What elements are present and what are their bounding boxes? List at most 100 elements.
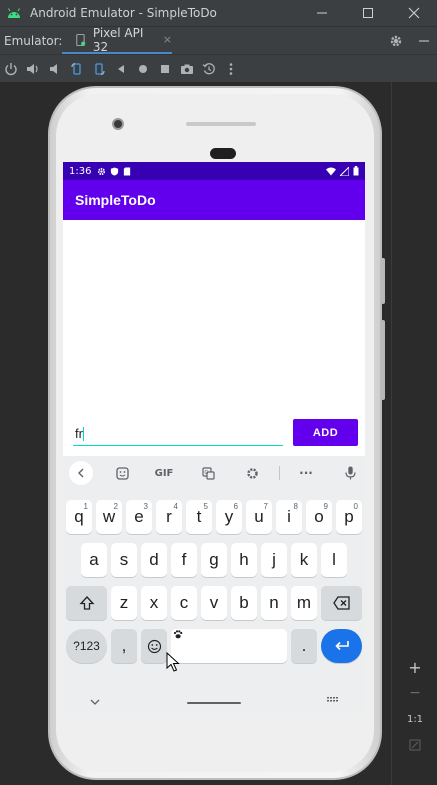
key-d[interactable]: d	[141, 543, 167, 577]
key-label: u	[254, 507, 264, 526]
android-status-bar: 1:36	[63, 162, 365, 180]
camera-icon	[181, 64, 193, 74]
zoom-one-to-one-button[interactable]: 1:1	[400, 708, 430, 730]
zoom-out-button[interactable]: −	[400, 682, 430, 704]
key-k[interactable]: k	[291, 543, 317, 577]
key-y[interactable]: y6	[216, 500, 242, 534]
space-key[interactable]	[171, 629, 287, 663]
back-triangle-icon	[118, 64, 124, 73]
soft-keyboard: GIF G ··· q1 w2 e3 r4 t5 y6 u7 i8 o9 p0 …	[63, 456, 365, 713]
shift-arrow-icon	[79, 596, 94, 610]
key-label: y	[224, 507, 234, 526]
keyboard-more-button[interactable]: ···	[293, 461, 319, 485]
key-o[interactable]: o9	[306, 500, 332, 534]
key-i[interactable]: i8	[276, 500, 302, 534]
minimize-button[interactable]	[299, 0, 345, 26]
key-c[interactable]: c	[171, 586, 197, 620]
period-key[interactable]: .	[291, 629, 317, 663]
symbols-key[interactable]: ?123	[66, 629, 107, 663]
key-b[interactable]: b	[231, 586, 257, 620]
key-e[interactable]: e3	[126, 500, 152, 534]
enter-key[interactable]	[321, 629, 362, 663]
key-x[interactable]: x	[141, 586, 167, 620]
gesture-handle[interactable]	[187, 702, 241, 704]
power-side-button	[381, 258, 385, 304]
comma-key[interactable]: ,	[111, 629, 137, 663]
key-t[interactable]: t5	[186, 500, 212, 534]
key-a[interactable]: a	[81, 543, 107, 577]
add-button[interactable]: ADD	[293, 419, 358, 446]
rotate-right-icon	[95, 62, 105, 75]
key-w[interactable]: w2	[96, 500, 122, 534]
key-v[interactable]: v	[201, 586, 227, 620]
window-titlebar: Android Emulator - SimpleToDo	[0, 0, 437, 26]
key-u[interactable]: u7	[246, 500, 272, 534]
device-tab-label: Pixel API 32	[92, 25, 144, 54]
svg-text:G: G	[204, 470, 208, 476]
tab-close-button[interactable]: ×	[163, 33, 172, 46]
keyboard-collapse-button[interactable]	[69, 461, 93, 485]
key-n[interactable]: n	[261, 586, 287, 620]
text-caret	[82, 426, 84, 441]
sd-card-icon	[124, 166, 131, 176]
zoom-fit-button[interactable]	[400, 734, 430, 756]
power-button[interactable]	[0, 58, 22, 80]
key-m[interactable]: m	[291, 586, 317, 620]
translate-button[interactable]: G	[197, 461, 219, 485]
key-label: q	[74, 507, 84, 526]
shift-key[interactable]	[66, 586, 107, 620]
voice-input-button[interactable]	[339, 461, 361, 485]
more-options-button[interactable]	[220, 58, 242, 80]
app-title: SimpleToDo	[75, 192, 156, 208]
sticker-icon	[115, 466, 129, 480]
key-s[interactable]: s	[111, 543, 137, 577]
key-j[interactable]: j	[261, 543, 287, 577]
key-hint: 6	[233, 502, 238, 511]
rotate-left-button[interactable]	[66, 58, 88, 80]
home-button[interactable]	[132, 58, 154, 80]
snapshot-button[interactable]	[198, 58, 220, 80]
key-r[interactable]: r4	[156, 500, 182, 534]
back-button[interactable]	[110, 58, 132, 80]
key-l[interactable]: l	[321, 543, 347, 577]
close-icon	[408, 7, 420, 19]
screenshot-button[interactable]	[176, 58, 198, 80]
maximize-button[interactable]	[345, 0, 391, 26]
home-circle-icon	[139, 64, 147, 73]
rotate-right-button[interactable]	[88, 58, 110, 80]
more-vertical-icon	[229, 62, 233, 75]
key-label: t	[196, 507, 202, 526]
key-p[interactable]: p0	[336, 500, 362, 534]
key-hint: 5	[203, 502, 208, 511]
volume-down-button[interactable]	[44, 58, 66, 80]
volume-up-button[interactable]	[22, 58, 44, 80]
key-hint: 3	[143, 502, 148, 511]
key-z[interactable]: z	[111, 586, 137, 620]
settings-button[interactable]	[385, 30, 407, 52]
key-hint: 7	[263, 502, 268, 511]
key-q[interactable]: q1	[66, 500, 92, 534]
key-h[interactable]: h	[231, 543, 257, 577]
hide-keyboard-icon[interactable]	[89, 698, 101, 706]
hide-panel-button[interactable]	[413, 30, 435, 52]
close-window-button[interactable]	[391, 0, 437, 26]
rotate-left-icon	[71, 62, 81, 75]
emoji-key[interactable]	[141, 629, 167, 663]
key-hint: 0	[353, 502, 358, 511]
volume-down-icon	[50, 63, 57, 74]
keyboard-switcher-icon[interactable]	[326, 696, 340, 704]
emulator-label: Emulator:	[4, 33, 63, 48]
minimize-icon	[317, 12, 327, 14]
tab-device[interactable]: Pixel API 32 ×	[62, 25, 172, 55]
sticker-button[interactable]	[111, 461, 133, 485]
keyboard-settings-button[interactable]	[241, 461, 263, 485]
backspace-key[interactable]	[321, 586, 362, 620]
key-f[interactable]: f	[171, 543, 197, 577]
zoom-in-button[interactable]: +	[400, 656, 430, 678]
enter-arrow-icon	[334, 641, 349, 651]
gif-button[interactable]: GIF	[151, 461, 177, 485]
todo-input-field[interactable]: fr	[73, 422, 283, 446]
key-g[interactable]: g	[201, 543, 227, 577]
overview-button[interactable]	[154, 58, 176, 80]
key-hint: 1	[83, 502, 88, 511]
